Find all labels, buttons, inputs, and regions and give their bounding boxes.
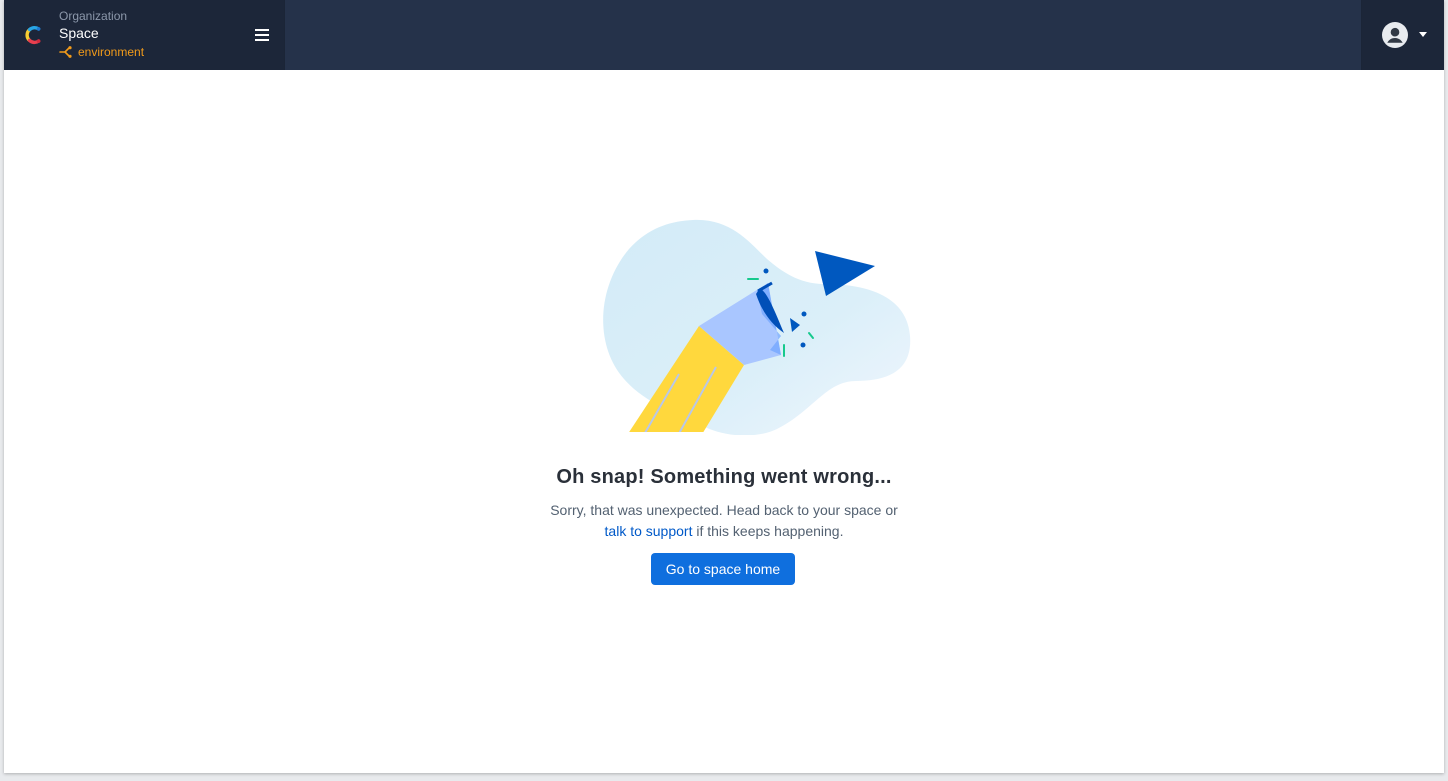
caret-down-icon xyxy=(1419,32,1427,37)
app-window: Organization Space environment Oh snap! … xyxy=(4,0,1444,773)
space-switcher[interactable]: Organization Space environment xyxy=(4,0,284,70)
environment-name: environment xyxy=(78,45,145,59)
top-navigation-bar: Organization Space environment xyxy=(4,0,1444,70)
hamburger-menu-icon[interactable] xyxy=(252,25,272,45)
organization-label: Organization xyxy=(59,9,128,23)
error-message-before-link: Sorry, that was unexpected. Head back to… xyxy=(550,502,898,518)
space-name: Space xyxy=(59,25,99,41)
error-message: Sorry, that was unexpected. Head back to… xyxy=(524,500,924,542)
contentful-logo-icon xyxy=(25,25,41,45)
user-avatar-icon xyxy=(1382,22,1408,48)
go-to-space-home-button[interactable]: Go to space home xyxy=(651,553,795,585)
broken-pencil-illustration xyxy=(603,219,911,435)
error-message-after-link: if this keeps happening. xyxy=(696,523,844,539)
environment-branch-icon xyxy=(59,46,72,58)
talk-to-support-link[interactable]: talk to support xyxy=(605,523,693,539)
account-menu[interactable] xyxy=(1362,0,1444,70)
main-content: Oh snap! Something went wrong... Sorry, … xyxy=(4,70,1444,773)
environment-indicator: environment xyxy=(59,44,144,60)
error-title: Oh snap! Something went wrong... xyxy=(556,466,892,489)
